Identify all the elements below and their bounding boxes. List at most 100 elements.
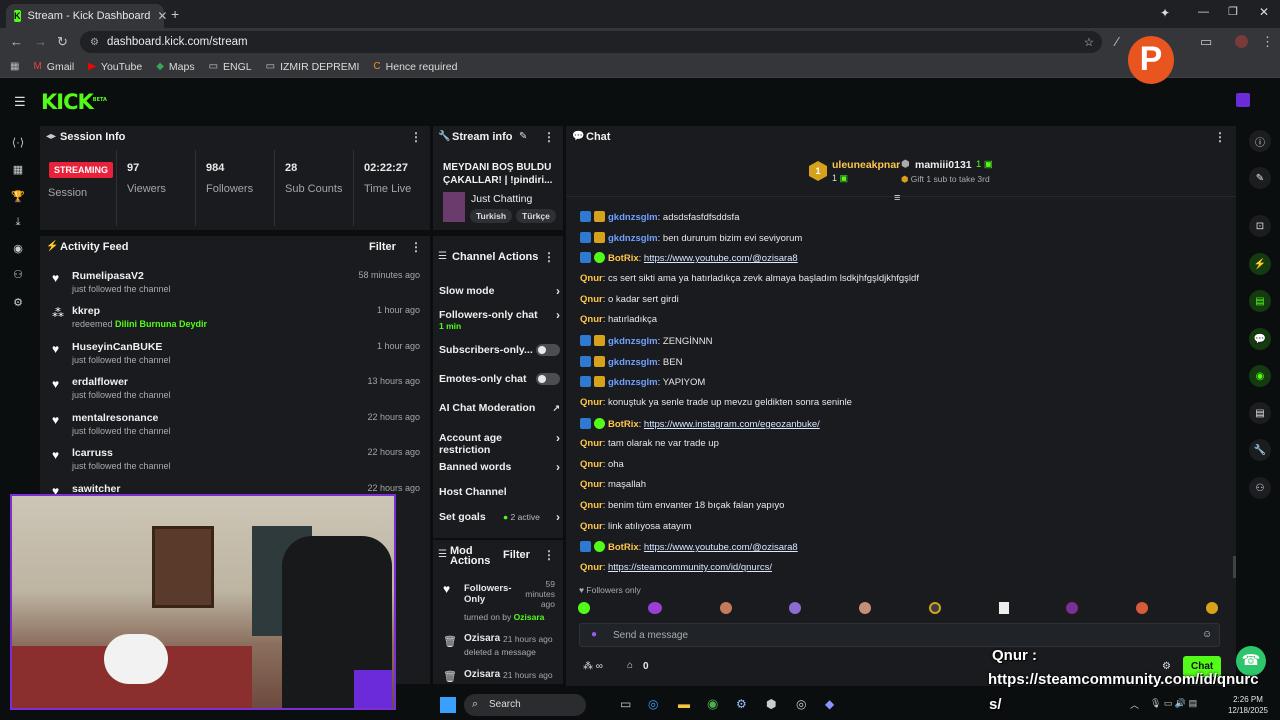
address-bar[interactable]: ⚙ dashboard.kick.com/stream ☆ xyxy=(80,31,1102,53)
bookmark-hence[interactable]: C Hence required xyxy=(373,61,457,73)
lightning-icon[interactable]: ⚡ xyxy=(1249,253,1271,275)
broadcast-icon[interactable]: ◉ xyxy=(1249,365,1271,387)
tray-icons[interactable]: 🎙 ▭ 🔊 ▤ xyxy=(1150,698,1197,709)
close-window-icon[interactable]: ✕ xyxy=(1259,5,1269,19)
chat-message[interactable]: Qnur: maşallah xyxy=(580,479,646,490)
broadcast-nav-icon[interactable]: ◉ xyxy=(11,242,25,256)
channel-action-item[interactable]: Emotes-only chat xyxy=(439,373,560,385)
bookmark-youtube[interactable]: ▶ YouTube xyxy=(88,61,142,73)
chat-username[interactable]: BotRix xyxy=(608,419,639,430)
chat-username[interactable]: Qnur xyxy=(580,397,603,408)
chat-username[interactable]: BotRix xyxy=(608,253,639,264)
chat-username[interactable]: Qnur xyxy=(580,521,603,532)
settings-nav-icon[interactable]: ⚙ xyxy=(11,296,25,310)
channel-action-item[interactable]: Slow mode › xyxy=(439,284,560,298)
notes-icon[interactable]: ▤ xyxy=(1249,290,1271,312)
file-explorer-icon[interactable]: ▬ xyxy=(678,697,690,711)
chat-message[interactable]: Qnur: benim tüm envanter 18 bıçak falan … xyxy=(580,500,784,511)
chat-username[interactable]: gkdnzsglm xyxy=(608,233,658,244)
chat-username[interactable]: BotRix xyxy=(608,542,639,553)
task-view-icon[interactable]: ▭ xyxy=(620,697,631,711)
edit-icon[interactable]: ✎ xyxy=(1249,167,1271,189)
chat-message[interactable]: BotRix: https://www.youtube.com/@ozisara… xyxy=(580,252,798,264)
chat-username[interactable]: gkdnzsglm xyxy=(608,377,658,388)
collapse-leaderboard-icon[interactable]: ≡ xyxy=(894,192,900,204)
chat-message[interactable]: gkdnzsglm: ben dururum bizim evi seviyor… xyxy=(580,232,802,244)
profile-avatar[interactable] xyxy=(1235,35,1248,48)
taskbar-clock[interactable]: 2:26 PM 12/18/2025 xyxy=(1222,694,1274,716)
close-tab-icon[interactable]: ✕ xyxy=(157,9,167,23)
chat-username[interactable]: Qnur xyxy=(580,500,603,511)
stream-nav-icon[interactable]: ⟨·⟩ xyxy=(11,136,25,150)
channel-action-item[interactable]: Banned words › xyxy=(439,460,560,474)
info-icon[interactable]: ⓘ xyxy=(1249,130,1271,152)
chat-message[interactable]: Qnur: konuştuk ya senle trade up mevzu g… xyxy=(580,397,852,408)
apps-grid-icon[interactable]: ▦ xyxy=(10,61,19,72)
leader-name[interactable]: mamiii0131 xyxy=(915,159,972,171)
community-icon[interactable]: ⚇ xyxy=(1249,477,1271,499)
stream-info-menu-icon[interactable]: ⋮ xyxy=(543,130,555,144)
tag-chip[interactable]: Türkçe xyxy=(516,209,556,223)
activity-item[interactable]: ♥ RumelipasaV2 58 minutes ago just followed… xyxy=(52,270,420,304)
tray-chevron-icon[interactable]: ︿ xyxy=(1130,698,1139,711)
chat-username[interactable]: Qnur xyxy=(580,459,603,470)
reading-list-icon[interactable]: ▭ xyxy=(1200,34,1212,50)
extension-icon[interactable]: ⁄ xyxy=(1116,34,1118,49)
chat-username[interactable]: Qnur xyxy=(580,273,603,284)
channel-action-item[interactable]: Set goals ● 2 active › xyxy=(439,510,560,524)
chat-username[interactable]: Qnur xyxy=(580,438,603,449)
channel-action-item[interactable]: AI Chat Moderation ↗ xyxy=(439,402,560,414)
obs-icon[interactable]: ◎ xyxy=(796,697,806,711)
chat-message[interactable]: Qnur: https://steamcommunity.com/id/qnur… xyxy=(580,562,772,573)
chat-message[interactable]: BotRix: https://www.instagram.com/egeoza… xyxy=(580,418,820,430)
chat-link[interactable]: https://steamcommunity.com/id/qnurcs/ xyxy=(608,562,772,573)
bookmark-maps[interactable]: ◆ Maps xyxy=(156,61,194,73)
back-icon[interactable]: ← xyxy=(10,34,23,49)
channel-actions-menu-icon[interactable]: ⋮ xyxy=(543,250,555,264)
browser-tab[interactable]: K Stream - Kick Dashboard ✕ xyxy=(6,4,167,28)
chat-message[interactable]: Qnur: hatırladıkça xyxy=(580,314,657,325)
chat-username[interactable]: gkdnzsglm xyxy=(608,212,658,223)
emote-icon[interactable] xyxy=(1066,602,1079,614)
chat-link[interactable]: https://www.youtube.com/@ozisara8 xyxy=(644,253,798,264)
chat-message[interactable]: BotRix: https://www.youtube.com/@ozisara… xyxy=(580,541,798,553)
browser-menu-icon[interactable]: ⋮ xyxy=(1261,34,1274,50)
bookmark-engl[interactable]: ▭ ENGL xyxy=(209,61,252,73)
chat-username[interactable]: Qnur xyxy=(580,479,603,490)
emote-icon[interactable] xyxy=(789,602,802,614)
channel-action-item[interactable]: Subscribers-only... xyxy=(439,344,560,356)
chat-username[interactable]: Qnur xyxy=(580,314,603,325)
community-nav-icon[interactable]: ⚇ xyxy=(11,268,25,282)
channel-action-item[interactable]: Account age restriction › xyxy=(439,431,560,456)
gemini-icon[interactable]: ✦ xyxy=(1160,6,1170,20)
forward-icon[interactable]: → xyxy=(34,34,47,49)
scrollbar[interactable] xyxy=(1233,556,1236,578)
chat-username[interactable]: Qnur xyxy=(580,562,603,573)
taskbar-search[interactable]: ⌕ Search xyxy=(464,694,586,716)
activity-item[interactable]: ♥ erdalflower 13 hours ago just followed th… xyxy=(52,376,420,410)
upload-nav-icon[interactable]: ⤓ xyxy=(11,216,25,230)
emote-icon[interactable] xyxy=(859,602,872,614)
chat-message[interactable]: gkdnzsglm: adsdsfasfdfsddsfa xyxy=(580,211,739,223)
chat-menu-icon[interactable]: ⋮ xyxy=(1214,130,1226,144)
edit-icon[interactable]: ✎ xyxy=(519,131,527,142)
bookmark-star-icon[interactable]: ☆ xyxy=(1084,35,1094,49)
tag-chip[interactable]: Turkish xyxy=(470,209,513,223)
session-menu-icon[interactable]: ⋮ xyxy=(410,130,422,144)
hamburger-menu-icon[interactable]: ☰ xyxy=(14,94,26,110)
chat-message[interactable]: gkdnzsglm: YAPIYOM xyxy=(580,376,705,388)
channel-avatar[interactable] xyxy=(1236,93,1250,107)
activity-item[interactable]: ♥ lcarruss 22 hours ago just followed the c… xyxy=(52,447,420,481)
emoji-icon[interactable]: ☺ xyxy=(1202,629,1212,640)
chrome-icon[interactable]: ◉ xyxy=(707,696,718,712)
chat-username[interactable]: gkdnzsglm xyxy=(608,357,658,368)
layout-icon[interactable]: ▤ xyxy=(1249,402,1271,424)
chat-username[interactable]: Qnur xyxy=(580,294,603,305)
discord-icon[interactable]: ◆ xyxy=(825,697,834,711)
kick-logo[interactable]: KICKBETA xyxy=(41,90,107,114)
emote-icon[interactable] xyxy=(928,602,941,614)
chat-input[interactable]: ● Send a message ☺ xyxy=(579,623,1220,647)
app-icon[interactable]: ⬢ xyxy=(766,697,776,711)
chat-message[interactable]: Qnur: cs sert sikti ama ya hatırladıkça … xyxy=(580,273,919,284)
store-icon[interactable]: ⌂ xyxy=(627,660,633,671)
